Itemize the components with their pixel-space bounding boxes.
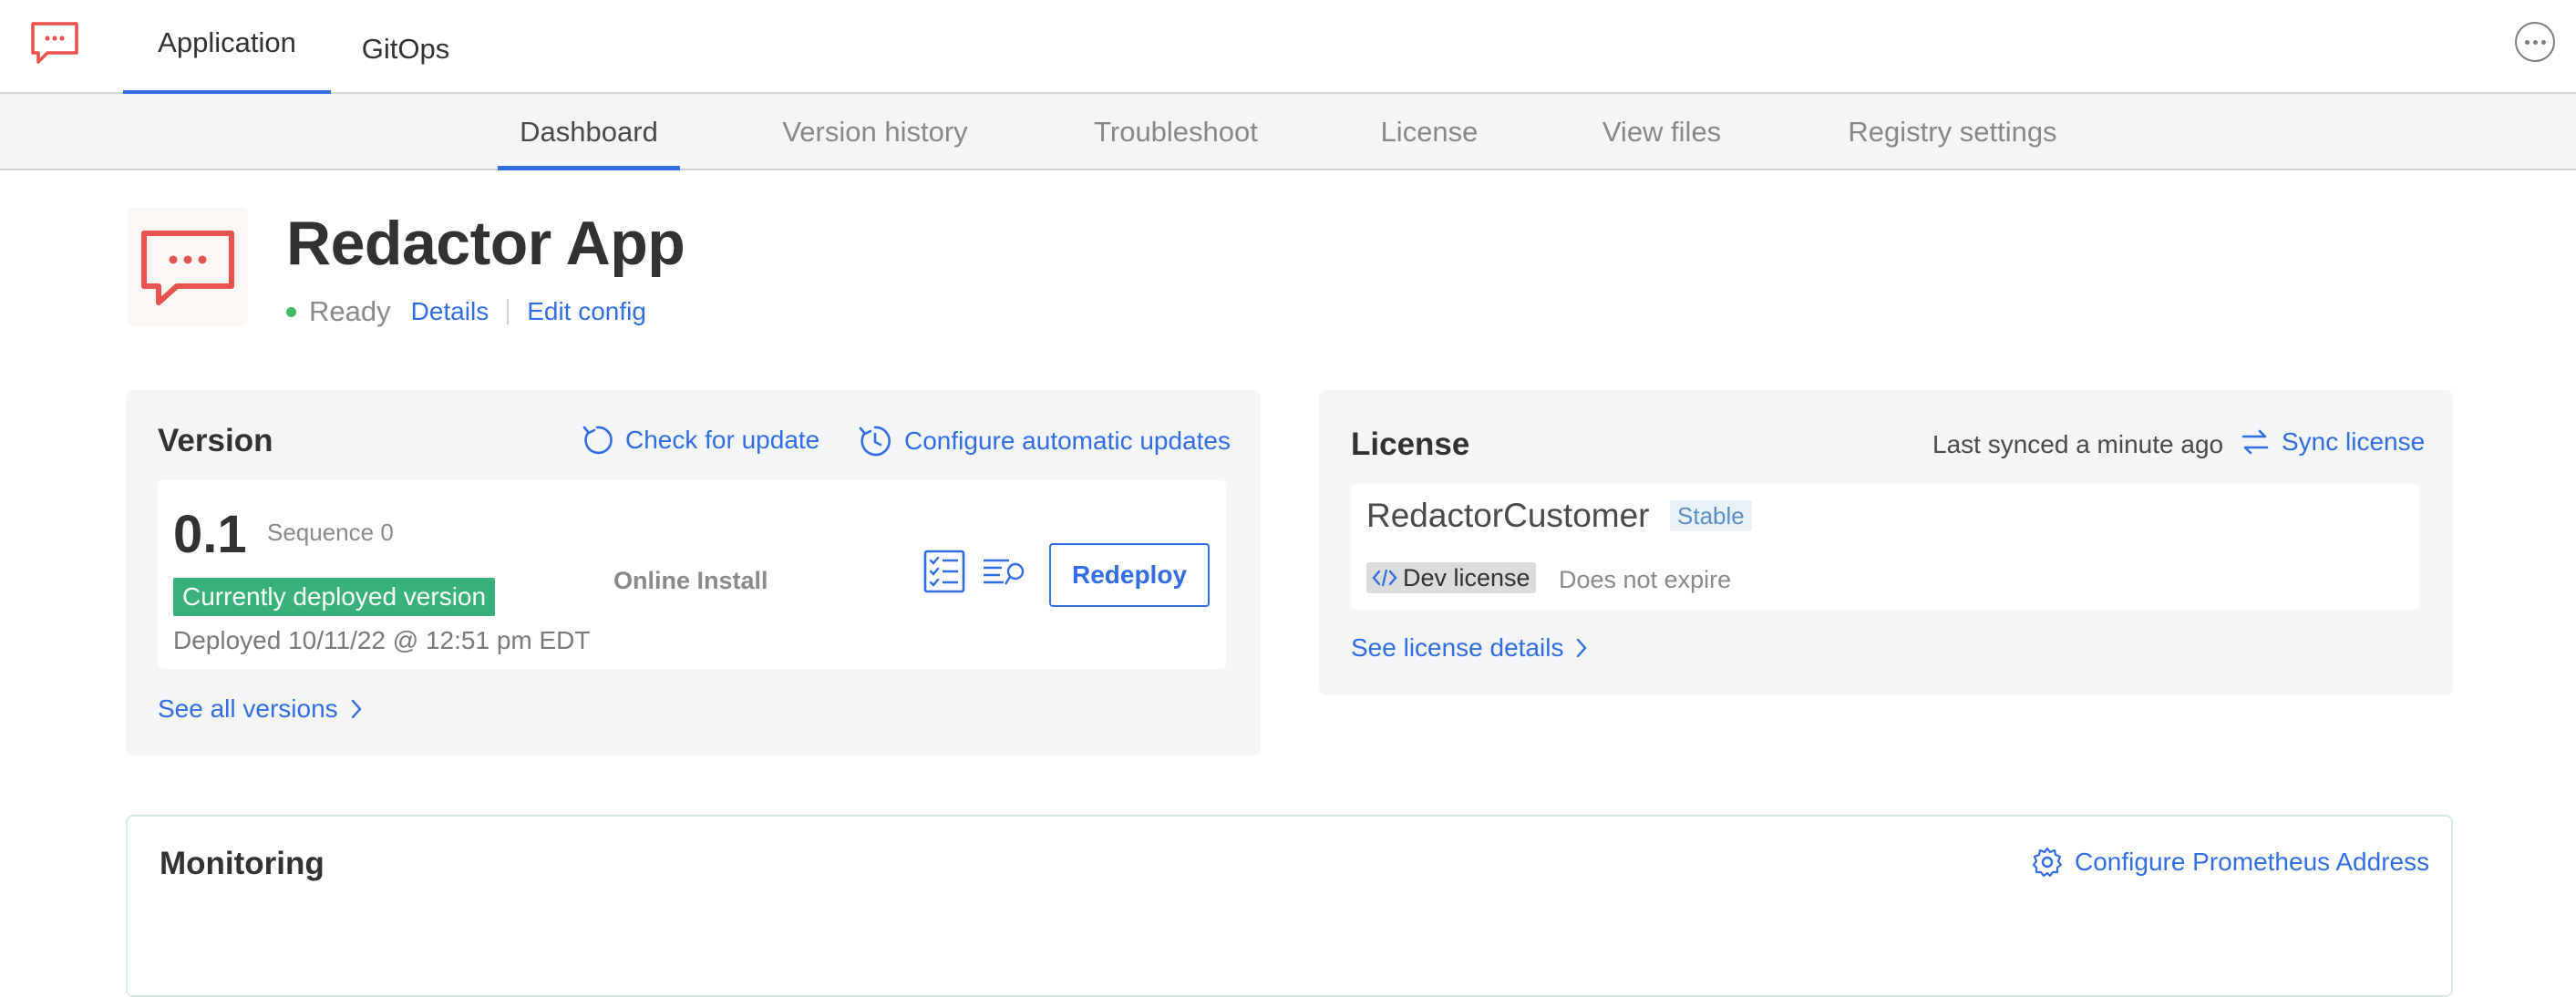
see-license-details-link[interactable]: See license details: [1351, 633, 1588, 663]
status-text: Ready: [309, 295, 391, 327]
refresh-icon: [582, 426, 613, 455]
check-for-update-label: Check for update: [625, 426, 820, 454]
auto-update-clock-icon: [859, 426, 891, 457]
license-info-row: RedactorCustomer Stable Dev license Does…: [1351, 484, 2419, 610]
details-link[interactable]: Details: [411, 297, 489, 326]
tab-version-history[interactable]: Version history: [771, 94, 979, 170]
version-number: 0.1: [173, 505, 247, 564]
dev-license-badge: Dev license: [1366, 562, 1536, 593]
version-card-title: Version: [158, 423, 273, 458]
code-icon: [1372, 569, 1397, 587]
version-sequence: Sequence 0: [267, 519, 394, 546]
configure-prometheus-button[interactable]: Configure Prometheus Address: [2031, 846, 2429, 879]
tab-application[interactable]: Application: [123, 0, 331, 94]
app-icon: [128, 208, 248, 326]
last-synced-text: Last synced a minute ago: [1932, 430, 2224, 458]
view-logs-icon[interactable]: [982, 557, 1027, 594]
tab-gitops[interactable]: GitOps: [351, 0, 460, 94]
license-card-title: License: [1351, 427, 1470, 462]
monitoring-title: Monitoring: [160, 846, 325, 881]
license-customer-name: RedactorCustomer: [1366, 497, 1650, 534]
current-version-row: 0.1 Sequence 0 Currently deployed versio…: [158, 480, 1226, 669]
edit-config-link[interactable]: Edit config: [527, 297, 646, 326]
app-status-row: Ready Details Edit config: [286, 293, 646, 330]
tab-view-files[interactable]: View files: [1591, 94, 1733, 170]
sync-license-label: Sync license: [2282, 427, 2426, 456]
sync-arrows-icon: [2241, 429, 2269, 455]
sub-navigation-bar: Dashboard Version history Troubleshoot L…: [0, 94, 2576, 170]
monitoring-card: Monitoring Configure Prometheus Address: [126, 815, 2453, 997]
dev-license-label: Dev license: [1403, 563, 1530, 591]
version-card: Version Check for update Configure autom…: [126, 390, 1261, 755]
see-all-versions-link[interactable]: See all versions: [158, 694, 362, 724]
tab-dashboard[interactable]: Dashboard: [498, 94, 680, 170]
more-options-icon[interactable]: [2515, 22, 2555, 62]
see-license-details-label: See license details: [1351, 633, 1564, 662]
currently-deployed-badge: Currently deployed version: [173, 578, 496, 616]
gear-icon: [2032, 847, 2063, 878]
license-expiration: Does not expire: [1559, 566, 1732, 593]
tab-registry-settings[interactable]: Registry settings: [1834, 94, 2071, 170]
version-source: Online Install: [613, 567, 768, 594]
redeploy-button[interactable]: Redeploy: [1049, 543, 1210, 607]
configure-prometheus-label: Configure Prometheus Address: [2075, 848, 2430, 876]
divider: [507, 299, 510, 324]
configure-automatic-updates-label: Configure automatic updates: [904, 427, 1231, 455]
deployed-timestamp: Deployed 10/11/22 @ 12:51 pm EDT: [173, 626, 591, 654]
configure-automatic-updates-button[interactable]: Configure automatic updates: [857, 423, 1231, 459]
app-logo-icon[interactable]: [29, 20, 80, 67]
tab-license[interactable]: License: [1369, 94, 1489, 170]
sync-license-button[interactable]: Sync license: [2240, 427, 2425, 457]
app-title: Redactor App: [286, 209, 685, 278]
chevron-right-icon: [1577, 638, 1588, 658]
license-card: License Last synced a minute ago Sync li…: [1319, 390, 2453, 695]
check-for-update-button[interactable]: Check for update: [580, 423, 819, 457]
chevron-right-icon: [351, 699, 362, 719]
tab-troubleshoot[interactable]: Troubleshoot: [1080, 94, 1272, 170]
preflight-checklist-icon[interactable]: [923, 550, 965, 598]
status-dot-icon: [286, 306, 296, 317]
top-navigation-bar: Application GitOps: [0, 0, 2576, 94]
license-channel-badge: Stable: [1670, 500, 1752, 531]
see-all-versions-label: See all versions: [158, 694, 338, 723]
